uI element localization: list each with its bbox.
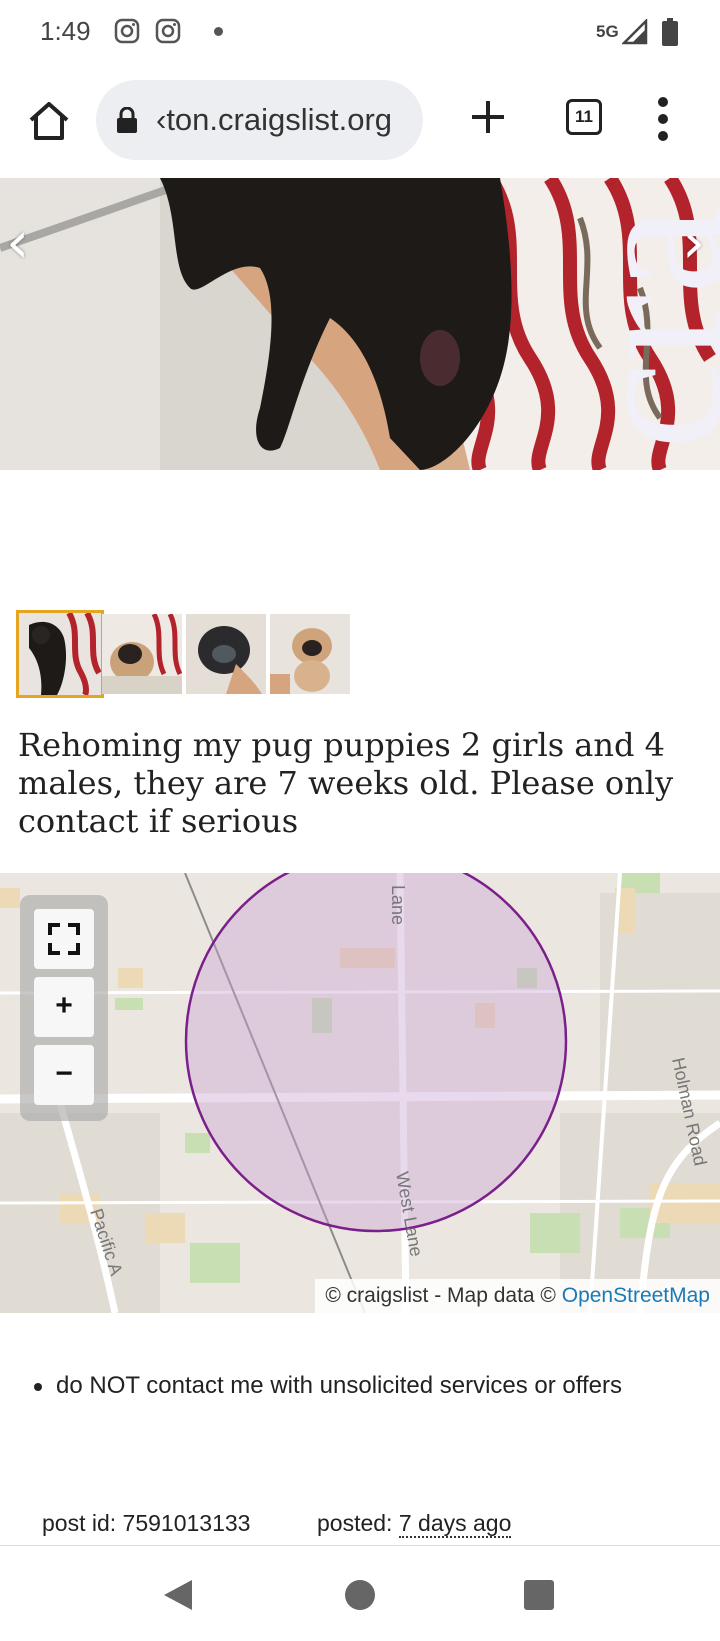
status-bar: 1:49 5G [0, 0, 720, 66]
map-attribution: © craigslist - Map data © OpenStreetMap [315, 1279, 720, 1313]
posted-date: posted: 7 days ago [317, 1510, 512, 1538]
map-fullscreen-button[interactable] [34, 909, 94, 969]
lock-icon [117, 107, 137, 133]
thumbnail-image [102, 614, 182, 694]
notification-dot-icon [214, 27, 223, 36]
location-map[interactable]: Lane West Lane Holman Road Pacific A + −… [0, 873, 720, 1313]
map-controls: + − [20, 895, 108, 1121]
post-id: post id: 7591013133 [42, 1510, 250, 1537]
listing-photo[interactable]: ‹ › [0, 178, 720, 470]
posted-value: 7 days ago [398, 1510, 512, 1538]
thumbnail-image [19, 613, 101, 695]
browser-toolbar: ‹ton.craigslist.org 11 [0, 66, 720, 178]
next-photo-button[interactable]: › [682, 208, 705, 276]
post-id-label: post id: [42, 1510, 123, 1536]
instagram-icon [114, 18, 140, 44]
map-zoom-out-button[interactable]: − [34, 1045, 94, 1105]
instagram-icon [155, 18, 181, 44]
puppy-photo [0, 178, 720, 470]
home-icon[interactable] [26, 98, 72, 144]
signal-icon [622, 19, 648, 45]
recents-icon[interactable] [524, 1580, 554, 1610]
notice-list-item: do NOT contact me with unsolicited servi… [34, 1372, 622, 1400]
tab-switcher-button[interactable]: 11 [566, 99, 602, 135]
thumbnail-image [186, 614, 266, 694]
openstreetmap-link[interactable]: OpenStreetMap [562, 1284, 710, 1307]
status-time: 1:49 [40, 16, 91, 46]
listing-description: Rehoming my pug puppies 2 girls and 4 ma… [18, 726, 674, 840]
map-tiles: Lane West Lane Holman Road Pacific A [0, 873, 720, 1313]
post-id-value: 7591013133 [122, 1510, 251, 1536]
bullet-icon [34, 1382, 42, 1391]
thumbnail-image [270, 614, 350, 694]
new-tab-icon[interactable] [470, 99, 506, 135]
fullscreen-icon [48, 923, 80, 955]
system-nav-bar [0, 1545, 720, 1641]
thumbnail-1[interactable] [16, 610, 104, 698]
thumbnail-3[interactable] [186, 614, 266, 694]
battery-icon [662, 18, 678, 46]
previous-photo-button[interactable]: ‹ [6, 208, 29, 276]
tab-count: 11 [575, 107, 593, 126]
thumbnail-2[interactable] [102, 614, 182, 694]
posted-label: posted: [317, 1510, 399, 1536]
street-label: Lane [388, 885, 408, 925]
overflow-menu-icon[interactable] [657, 96, 669, 142]
thumbnail-4[interactable] [270, 614, 350, 694]
back-icon[interactable] [162, 1578, 194, 1612]
home-nav-icon[interactable] [344, 1579, 376, 1611]
network-type: 5G [596, 22, 619, 41]
map-zoom-in-button[interactable]: + [34, 977, 94, 1037]
notice-text: do NOT contact me with unsolicited servi… [56, 1372, 623, 1399]
address-bar[interactable]: ‹ton.craigslist.org [96, 80, 423, 160]
url-text: ‹ton.craigslist.org [156, 102, 393, 137]
attribution-text: © craigslist - Map data © [325, 1284, 562, 1307]
